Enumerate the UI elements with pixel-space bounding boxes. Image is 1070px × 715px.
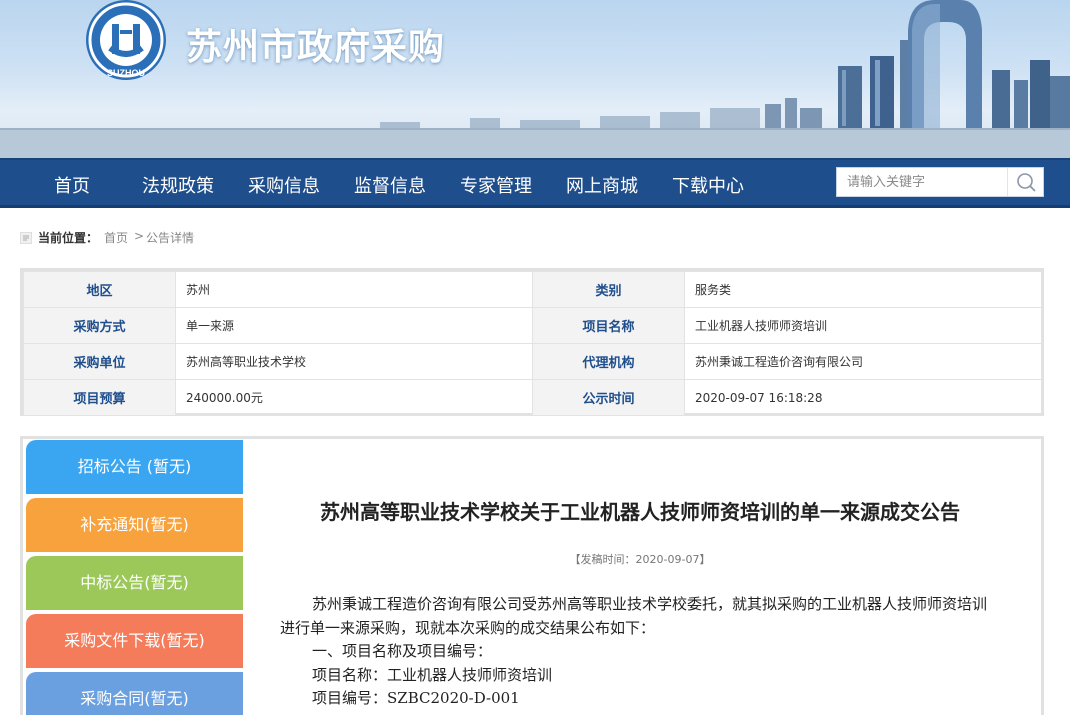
nav-item-home[interactable]: 首页: [54, 172, 90, 198]
search-icon: [1017, 173, 1036, 192]
purchaser-label: 采购单位: [23, 343, 176, 380]
logo-text: SUZHOU: [107, 68, 145, 78]
nav-item-regulations[interactable]: 法规政策: [142, 172, 214, 198]
search-button[interactable]: [1007, 168, 1043, 196]
breadcrumb-separator: >: [134, 229, 145, 243]
nav-item-online-mall[interactable]: 网上商城: [566, 172, 638, 198]
sidebar-item-award-notice[interactable]: 中标公告(暂无): [26, 556, 243, 610]
breadcrumb-label: 当前位置：: [38, 231, 99, 245]
suzhou-logo: SUZHOU: [86, 0, 166, 80]
agency-label: 代理机构: [532, 343, 685, 380]
sidebar-item-supplement-notice[interactable]: 补充通知(暂无): [26, 498, 243, 552]
publish-time-value: 2020-09-07 16:18:28: [684, 379, 1042, 416]
category-label: 类别: [532, 271, 685, 308]
site-title: 苏州市政府采购: [186, 27, 446, 68]
article-section-heading: 一、项目名称及项目编号：: [312, 642, 493, 660]
breadcrumb-home[interactable]: 首页: [104, 229, 128, 246]
sidebar-item-tender-notice[interactable]: 招标公告 (暂无): [26, 440, 243, 494]
region-value: 苏州: [175, 271, 533, 308]
article-project-name: 项目名称：工业机器人技师师资培训: [312, 665, 553, 684]
article-title: 苏州高等职业技术学校关于工业机器人技师师资培训的单一来源成交公告: [320, 500, 960, 524]
breadcrumb-current: 公告详情: [146, 231, 195, 245]
budget-label: 项目预算: [23, 379, 176, 416]
budget-value: 240000.00元: [175, 379, 533, 416]
search-box: [836, 167, 1044, 197]
agency-value: 苏州秉诚工程造价咨询有限公司: [684, 343, 1042, 380]
nav-item-procurement-info[interactable]: 采购信息: [248, 172, 320, 198]
project-name-label: 项目名称: [532, 307, 685, 344]
sidebar-item-document-download[interactable]: 采购文件下载(暂无): [26, 614, 243, 668]
region-label: 地区: [23, 271, 176, 308]
header-banner: SUZHOU 苏州市政府采购: [0, 0, 1070, 158]
nav-item-supervision[interactable]: 监督信息: [354, 172, 426, 198]
article-project-number: 项目编号：SZBC2020-D-001: [312, 689, 520, 707]
purchaser-value: 苏州高等职业技术学校: [175, 343, 533, 380]
category-value: 服务类: [684, 271, 1042, 308]
article-paragraph: 苏州秉诚工程造价咨询有限公司受苏州高等职业技术学校委托，就其拟采购的工业机器人技…: [280, 595, 988, 637]
location-icon: [20, 232, 32, 244]
article-publish-time: 【发稿时间：2020-09-07】: [569, 553, 711, 566]
sidebar-item-contract[interactable]: 采购合同(暂无): [26, 672, 243, 715]
announcement-info-table: 地区 苏州 类别 服务类 采购方式 单一来源 项目名称 工业机器人技师师资培训 …: [20, 268, 1044, 416]
publish-time-label: 公示时间: [532, 379, 685, 416]
nav-item-downloads[interactable]: 下载中心: [672, 172, 744, 198]
project-name-value: 工业机器人技师师资培训: [684, 307, 1042, 344]
method-label: 采购方式: [23, 307, 176, 344]
search-input[interactable]: [837, 168, 1007, 196]
method-value: 单一来源: [175, 307, 533, 344]
nav-item-experts[interactable]: 专家管理: [460, 172, 532, 198]
article-body: 苏州秉诚工程造价咨询有限公司受苏州高等职业技术学校委托，就其拟采购的工业机器人技…: [280, 593, 1000, 711]
